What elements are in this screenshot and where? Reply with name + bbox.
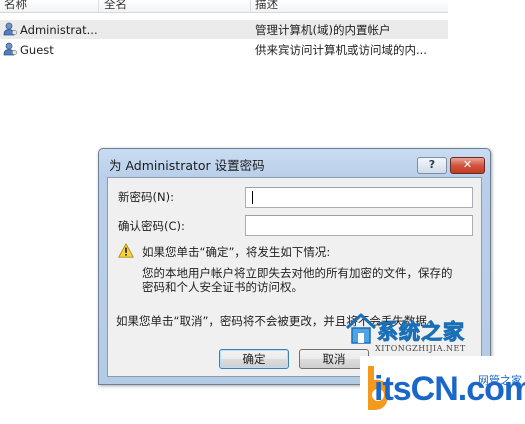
- table-row-administrator[interactable]: Administrat... 管理计算机(域)的内置帐户: [0, 20, 448, 39]
- warning-detail-line2: 密码和个人安全证书的访问权。: [142, 280, 303, 294]
- dialog-title: 为 Administrator 设置密码: [109, 158, 265, 173]
- table-row-guest[interactable]: Guest 供来宾访问计算机或访问域的内...: [0, 40, 448, 59]
- user-fullname: [104, 42, 244, 58]
- new-password-label: 新密码(N):: [118, 190, 174, 204]
- column-divider[interactable]: [250, 0, 251, 12]
- ok-button[interactable]: 确定: [219, 349, 289, 369]
- watermark-itscn-tag: 网管之家: [478, 374, 522, 387]
- watermark-site-url: XITONGZHIJIA.NET: [375, 344, 466, 353]
- warning-heading: 如果您单击“确定”，将发生如下情况:: [142, 245, 331, 259]
- user-list: 名称 全名 描述 Administrat... 管理计算机(域)的内置帐户 Gu…: [0, 0, 448, 60]
- user-name: Guest: [20, 43, 54, 57]
- column-header-fullname[interactable]: 全名: [104, 0, 127, 11]
- watermark-itscn: itsCN.com 网管之家: [360, 356, 525, 424]
- column-divider[interactable]: [98, 0, 99, 12]
- user-icon: [3, 42, 18, 56]
- list-header: 名称 全名 描述: [0, 0, 448, 13]
- text-caret: [252, 191, 253, 204]
- confirm-password-field[interactable]: [245, 215, 473, 236]
- user-description: 管理计算机(域)的内置帐户: [255, 23, 391, 37]
- warning-icon: [118, 243, 134, 258]
- confirm-password-label: 确认密码(C):: [118, 219, 185, 233]
- user-fullname: [104, 22, 244, 38]
- user-name: Administrat...: [20, 23, 98, 37]
- close-button[interactable]: ✕: [450, 157, 485, 174]
- user-description: 供来宾访问计算机或访问域的内...: [255, 43, 427, 57]
- watermark-xitongzhijia: 系统之家 XITONGZHIJIA.NET: [345, 312, 475, 358]
- user-icon: [3, 22, 18, 36]
- column-header-description[interactable]: 描述: [255, 0, 278, 11]
- help-button[interactable]: ?: [417, 157, 447, 174]
- house-logo-icon: [345, 313, 377, 344]
- column-header-name[interactable]: 名称: [4, 0, 27, 11]
- new-password-field[interactable]: [245, 187, 473, 208]
- watermark-site-name: 系统之家: [377, 320, 465, 345]
